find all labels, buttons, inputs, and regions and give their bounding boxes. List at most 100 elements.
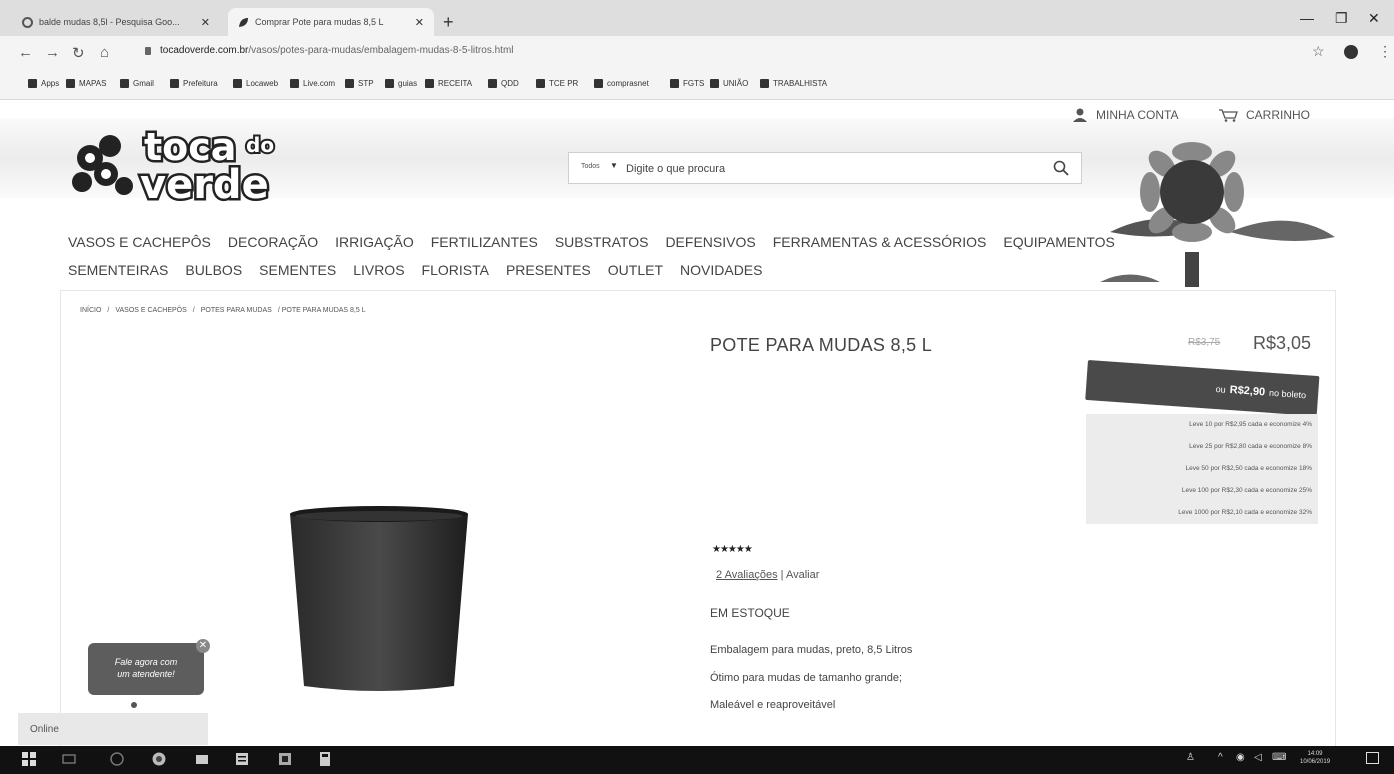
menu-item-irrigacao[interactable]: IRRIGAÇÃO <box>335 234 414 250</box>
chrome-icon[interactable] <box>152 752 166 766</box>
sunflower-image <box>1100 142 1335 287</box>
breadcrumb-item[interactable]: VASOS E CACHEPÔS <box>115 307 186 314</box>
menu-item-sementeiras[interactable]: SEMENTEIRAS <box>68 262 168 278</box>
bookmark-label: QDD <box>501 79 519 88</box>
bookmark-gmail[interactable]: Gmail <box>120 79 154 88</box>
menu-item-sementes[interactable]: SEMENTES <box>259 262 336 278</box>
taskbar-clock[interactable]: 14:09 10/06/2019 <box>1300 750 1330 766</box>
menu-item-substratos[interactable]: SUBSTRATOS <box>555 234 649 250</box>
forward-arrow-icon[interactable]: → <box>45 44 60 61</box>
tab-google-search[interactable]: balde mudas 8,5l - Pesquisa Goo... ✕ <box>12 8 220 36</box>
new-tab-button[interactable]: + <box>443 12 454 33</box>
rating-stars: ★★★★★ <box>712 544 753 555</box>
breadcrumb-item[interactable]: / POTE PARA MUDAS 8,5 L <box>278 307 366 314</box>
bookmark-label: Live.com <box>303 79 336 88</box>
tab-title: balde mudas 8,5l - Pesquisa Goo... <box>39 17 180 27</box>
product-image-pot[interactable] <box>286 504 472 694</box>
url-field[interactable]: tocadoverde.com.br/vasos/potes-para-muda… <box>160 45 514 56</box>
discount-tier-row: Leve 100 por R$2,30 cada e economize 25% <box>1181 487 1312 494</box>
bookmark-fgts[interactable]: FGTS <box>670 79 704 88</box>
bookmark-mapas[interactable]: MAPAS <box>66 79 106 88</box>
restore-icon[interactable]: ❐ <box>1335 10 1348 27</box>
cart-label: CARRINHO <box>1246 108 1311 122</box>
chevron-up-icon[interactable]: ^ <box>1218 752 1223 763</box>
close-icon[interactable]: ✕ <box>415 16 424 29</box>
bookmark-qdd[interactable]: QDD <box>488 79 519 88</box>
caret-down-icon[interactable]: ▼ <box>610 161 618 170</box>
people-icon[interactable]: ♙ <box>1186 752 1195 763</box>
menu-item-ferramentas-acessorios[interactable]: FERRAMENTAS & ACESSÓRIOS <box>773 234 987 250</box>
search-icon[interactable] <box>1053 160 1069 176</box>
apps-grid-icon <box>28 79 37 88</box>
trabalhista-icon <box>760 79 769 88</box>
bookmark-star-icon[interactable]: ☆ <box>1312 43 1325 60</box>
menu-item-presentes[interactable]: PRESENTES <box>506 262 591 278</box>
reviews-link[interactable]: 2 Avaliações <box>716 569 778 581</box>
menu-item-fertilizantes[interactable]: FERTILIZANTES <box>431 234 538 250</box>
menu-item-equipamentos[interactable]: EQUIPAMENTOS <box>1003 234 1115 250</box>
breadcrumb-item[interactable]: POTES PARA MUDAS <box>201 307 272 314</box>
bookmark-stp[interactable]: STP <box>345 79 374 88</box>
menu-item-outlet[interactable]: OUTLET <box>608 262 663 278</box>
task-view-icon[interactable] <box>62 752 76 766</box>
bookmark-live-com[interactable]: Live.com <box>290 79 335 88</box>
bookmark-label: Locaweb <box>246 79 279 88</box>
document-app-icon[interactable] <box>278 752 292 766</box>
notifications-icon[interactable] <box>1366 752 1379 764</box>
bookmark-locaweb[interactable]: Locaweb <box>233 79 278 88</box>
stock-status: EM ESTOQUE <box>710 606 790 620</box>
bookmark-comprasnet[interactable]: comprasnet <box>594 79 649 88</box>
cart-icon <box>1219 109 1238 122</box>
menu-item-livros[interactable]: LIVROS <box>353 262 404 278</box>
write-review-link[interactable]: | Avaliar <box>781 569 820 581</box>
network-icon[interactable]: ◉ <box>1236 752 1245 763</box>
menu-item-novidades[interactable]: NOVIDADES <box>680 262 762 278</box>
file-explorer-icon[interactable] <box>195 752 209 766</box>
chat-invite-bubble[interactable]: Fale agora com um atendente! <box>88 643 204 695</box>
menu-item-florista[interactable]: FLORISTA <box>422 262 489 278</box>
chat-close-icon[interactable]: ✕ <box>196 639 210 653</box>
search-input[interactable] <box>624 158 1028 180</box>
discount-tier-row: Leve 10 por R$2,95 cada e economize 4% <box>1189 421 1312 428</box>
volume-icon[interactable]: ◁ <box>1254 752 1262 763</box>
profile-avatar[interactable] <box>1344 45 1358 59</box>
cart-link[interactable]: CARRINHO <box>1218 108 1310 122</box>
my-account-link[interactable]: MINHA CONTA <box>1072 108 1178 122</box>
boleto-prefix: ou <box>1215 383 1227 395</box>
bookmark-trabalhista[interactable]: TRABALHISTA <box>760 79 827 88</box>
boleto-price: R$2,90 <box>1229 383 1266 399</box>
tocadoverde-logo[interactable]: toca do verde <box>62 116 302 206</box>
close-icon[interactable]: ✕ <box>201 16 210 29</box>
bookmark-apps[interactable]: Apps <box>28 79 59 88</box>
bookmark-label: Gmail <box>133 79 154 88</box>
language-icon[interactable]: ⌨ <box>1272 752 1286 763</box>
bookmark-tce-pr[interactable]: TCE PR <box>536 79 578 88</box>
menu-item-defensivos[interactable]: DEFENSIVOS <box>665 234 755 250</box>
logo-text-do: do <box>246 133 274 157</box>
window-close-icon[interactable]: ✕ <box>1368 10 1380 27</box>
menu-item-vasos-e-cachepos[interactable]: VASOS E CACHEPÔS <box>68 234 211 250</box>
breadcrumb-item[interactable]: INÍCIO <box>80 307 101 314</box>
fgts-icon <box>670 79 679 88</box>
bookmark-prefeitura[interactable]: Prefeitura <box>170 79 218 88</box>
calculator-icon[interactable] <box>318 752 332 766</box>
menu-item-bulbos[interactable]: BULBOS <box>185 262 242 278</box>
bookmark-receita[interactable]: RECEITA <box>425 79 472 88</box>
back-arrow-icon[interactable]: ← <box>18 44 33 61</box>
minimize-icon[interactable]: — <box>1300 10 1314 26</box>
quantity-discount-table: Leve 10 por R$2,95 cada e economize 4% Le… <box>1086 414 1318 524</box>
bookmark-uni-o[interactable]: UNIÃO <box>710 79 748 88</box>
tce-icon <box>536 79 545 88</box>
chat-line-2: um atendente! <box>117 669 175 679</box>
tab-product-page[interactable]: Comprar Pote para mudas 8,5 L ✕ <box>228 8 434 36</box>
windows-start-icon[interactable] <box>22 752 36 766</box>
chat-online-tab[interactable]: Online <box>18 713 208 745</box>
word-icon[interactable] <box>235 752 249 766</box>
search-category-select[interactable]: Todos <box>581 163 600 170</box>
edge-icon[interactable] <box>110 752 124 766</box>
menu-item-decoracao[interactable]: DECORAÇÃO <box>228 234 318 250</box>
bookmark-guias[interactable]: guias <box>385 79 417 88</box>
reload-icon[interactable]: ↻ <box>72 44 85 62</box>
menu-kebab-icon[interactable]: ⋮ <box>1378 43 1392 60</box>
home-icon[interactable]: ⌂ <box>100 44 109 61</box>
